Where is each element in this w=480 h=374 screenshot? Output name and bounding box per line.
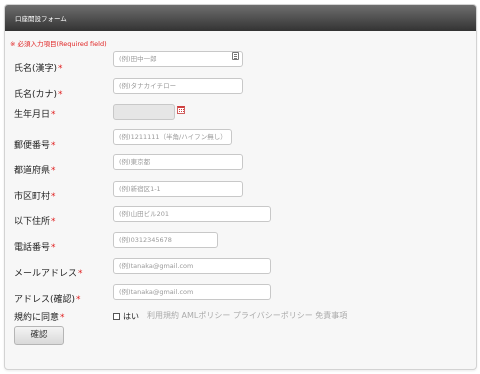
- calendar-icon[interactable]: [177, 106, 185, 114]
- keyboard-icon[interactable]: [232, 52, 239, 60]
- label-prefecture: 都道府県*: [14, 166, 56, 176]
- label-agreement: 規約に同意*: [14, 313, 65, 323]
- confirm-button[interactable]: 確認: [14, 326, 64, 345]
- form-header: 口座開設フォーム: [5, 5, 476, 31]
- label-address: 以下住所*: [14, 217, 56, 227]
- label-name-kanji: 氏名(漢字)*: [14, 64, 63, 74]
- label-phone: 電話番号*: [14, 243, 56, 253]
- email-confirm-input[interactable]: [113, 284, 271, 300]
- required-note: ※ 必須入力項目(Required field): [10, 40, 107, 48]
- label-city: 市区町村*: [14, 192, 56, 202]
- label-email: メールアドレス*: [14, 269, 83, 279]
- label-email-confirm: アドレス(確認)*: [14, 295, 81, 305]
- label-postal-code: 郵便番号*: [14, 141, 56, 151]
- name-kana-input[interactable]: [113, 78, 243, 94]
- postal-code-input[interactable]: [113, 129, 232, 145]
- city-input[interactable]: [113, 181, 243, 197]
- name-kanji-input[interactable]: [113, 51, 243, 67]
- label-birthdate: 生年月日*: [14, 110, 56, 120]
- phone-input[interactable]: [113, 232, 218, 248]
- birthdate-input[interactable]: [113, 104, 175, 120]
- agree-checkbox[interactable]: [113, 313, 120, 320]
- prefecture-input[interactable]: [113, 154, 243, 170]
- agree-checkbox-label[interactable]: はい: [123, 311, 139, 322]
- terms-links[interactable]: 利用規約 AMLポリシー プライバシーポリシー 免責事項: [147, 310, 347, 321]
- form-title: 口座開設フォーム: [15, 15, 67, 23]
- email-input[interactable]: [113, 258, 271, 274]
- label-name-kana: 氏名(カナ)*: [14, 90, 63, 100]
- address-input[interactable]: [113, 206, 271, 222]
